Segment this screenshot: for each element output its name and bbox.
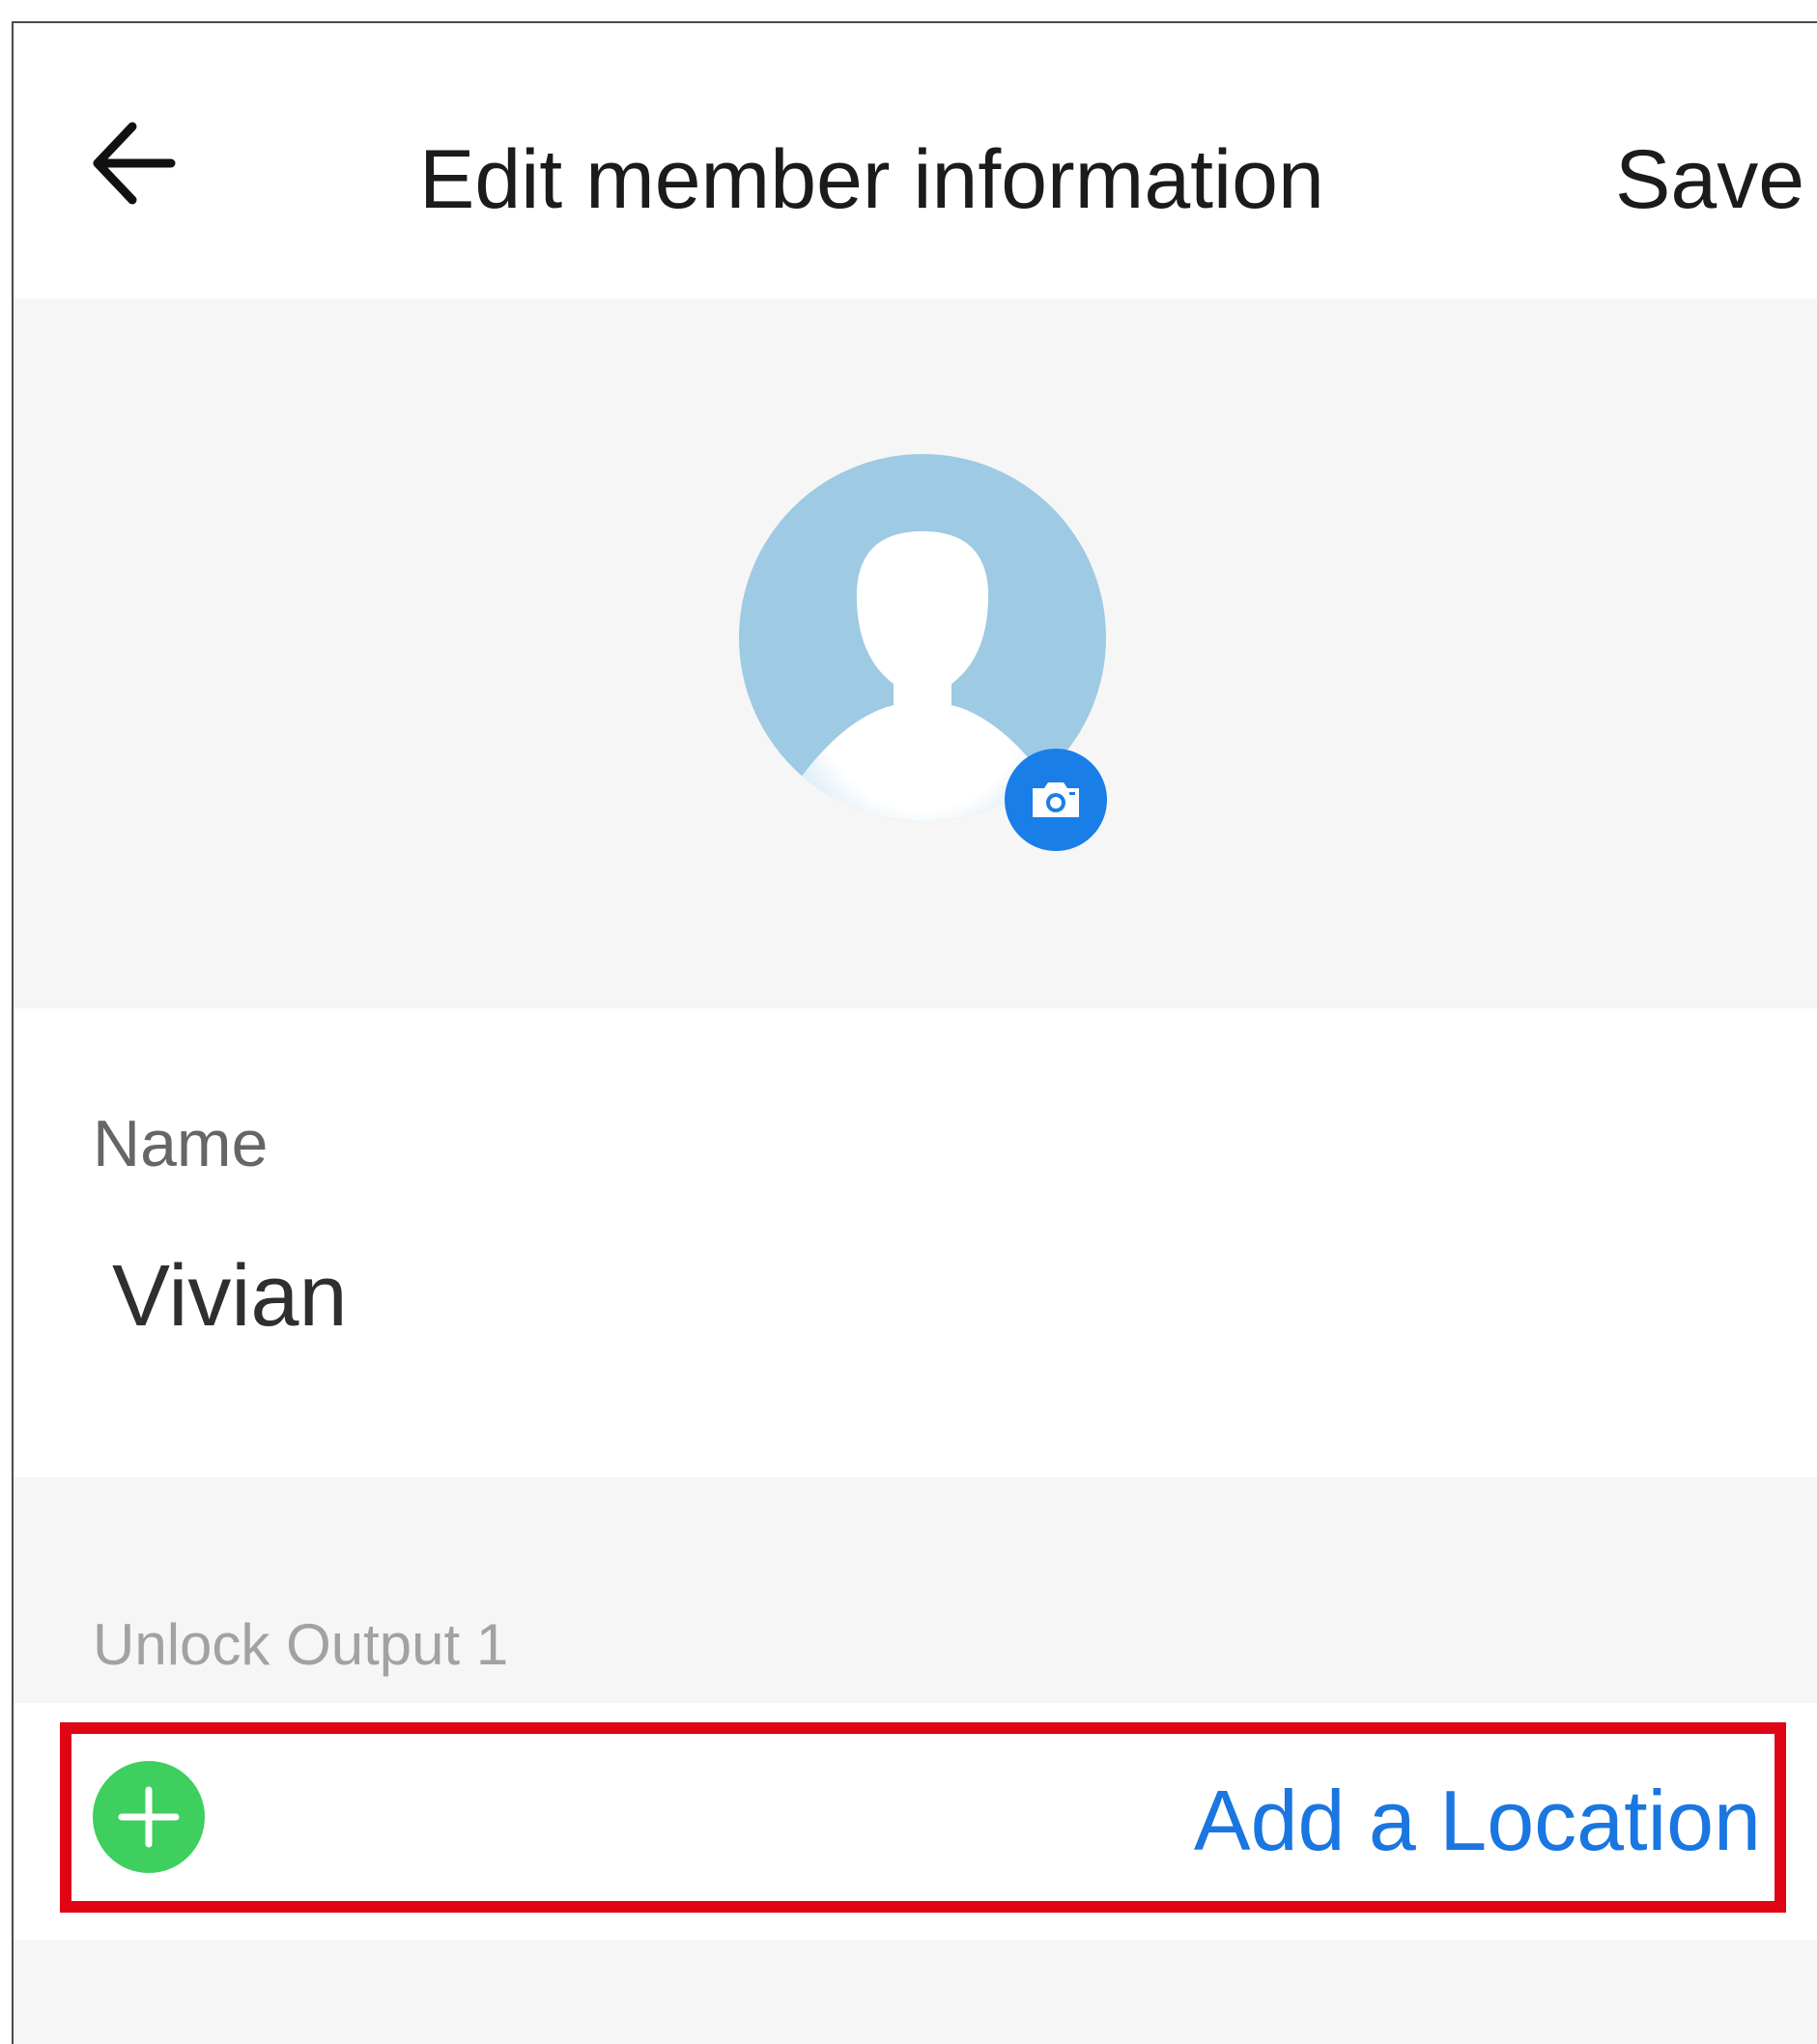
plus-circle-icon[interactable] [93,1761,205,1873]
app-bar: Edit member information Save [14,23,1817,298]
name-section: Name [14,1008,1817,1477]
plus-icon [118,1786,180,1848]
change-photo-button[interactable] [1005,749,1107,851]
edit-member-screen: Edit member information Save Name Vivian… [12,21,1817,2044]
add-location-label[interactable]: Add a Location [1194,1773,1761,1869]
unlock-output-header: Unlock Output 1 [14,1477,1817,1703]
name-input[interactable] [112,1238,1658,1354]
camera-icon [1033,782,1079,817]
unlock-output-label: Unlock Output 1 [93,1612,509,1677]
bottom-spacer [14,1940,1817,2044]
back-button[interactable] [81,110,187,216]
add-location-row: Add a Location [14,1703,1817,1940]
arrow-left-icon [93,122,176,205]
save-button[interactable]: Save [1615,131,1804,228]
name-label: Name [93,1107,269,1180]
page-title: Edit member information [419,133,1324,226]
avatar-section [14,298,1817,1008]
